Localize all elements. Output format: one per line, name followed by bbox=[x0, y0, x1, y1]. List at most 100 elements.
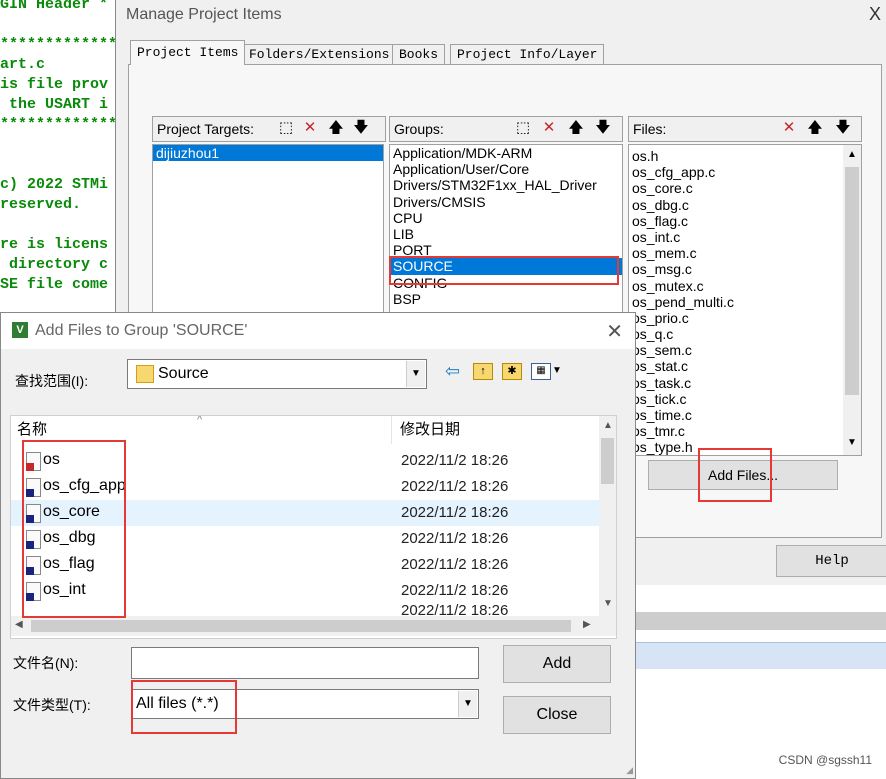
group-down-icon[interactable]: 🡇 bbox=[593, 119, 613, 137]
view-dropdown-icon[interactable]: ▼ bbox=[552, 365, 562, 376]
tab-folders-extensions[interactable]: Folders/Extensions bbox=[242, 44, 397, 65]
file-down-icon[interactable]: 🡇 bbox=[833, 119, 853, 137]
filetype-label: 文件类型(T): bbox=[13, 697, 91, 713]
view-menu-icon[interactable]: ▦ bbox=[531, 363, 551, 380]
sort-indicator-icon: ^ bbox=[197, 415, 203, 426]
scroll-thumb[interactable] bbox=[601, 438, 614, 484]
background-panel-strip bbox=[634, 642, 886, 669]
list-vscrollbar[interactable]: ▲ ▼ bbox=[599, 416, 616, 616]
resize-grip-icon[interactable]: ◢ bbox=[626, 765, 633, 776]
group-item[interactable]: LIB bbox=[390, 226, 622, 242]
tab-books[interactable]: Books bbox=[392, 44, 446, 65]
file-item[interactable]: os_dbg.c bbox=[629, 197, 839, 213]
highlight-file-type bbox=[131, 680, 237, 734]
chevron-down-icon[interactable]: ▼ bbox=[603, 598, 613, 609]
file-item[interactable]: os_int.c bbox=[629, 229, 839, 245]
file-item[interactable]: os_time.c bbox=[629, 407, 839, 423]
target-item[interactable]: dijiuzhou1 bbox=[153, 145, 383, 162]
tab-project-items[interactable]: Project Items bbox=[130, 40, 246, 65]
file-date: 2022/11/2 18:26 bbox=[401, 504, 509, 521]
delete-icon[interactable]: ✕ bbox=[300, 119, 320, 137]
file-item[interactable]: os_task.c bbox=[629, 375, 839, 391]
file-item[interactable]: os.h bbox=[629, 148, 839, 164]
list-hscrollbar[interactable]: ◀ ▶ bbox=[11, 616, 616, 636]
code-line: SE file come bbox=[0, 276, 109, 293]
folder-icon bbox=[136, 365, 154, 383]
groups-list[interactable]: Application/MDK-ARM Application/User/Core… bbox=[389, 144, 623, 316]
files-list[interactable]: os.h os_cfg_app.c os_core.c os_dbg.c os_flag… bbox=[628, 144, 862, 456]
new-group-icon[interactable]: ⬚ bbox=[513, 119, 533, 137]
new-folder-icon[interactable]: ✱ bbox=[502, 363, 522, 380]
file-item[interactable]: os_msg.c bbox=[629, 261, 839, 277]
file-item[interactable]: os_core.c bbox=[629, 180, 839, 196]
file-item[interactable]: os_sem.c bbox=[629, 342, 839, 358]
help-button[interactable]: Help bbox=[776, 545, 886, 577]
targets-list[interactable]: dijiuzhou1 bbox=[152, 144, 384, 316]
group-item[interactable]: Drivers/CMSIS bbox=[390, 194, 622, 210]
code-line: the USART i bbox=[0, 96, 109, 113]
back-icon[interactable]: ⇦ bbox=[445, 361, 460, 382]
code-editor-background: GIN Header * ************* art.c is file pr… bbox=[0, 0, 120, 320]
up-folder-icon[interactable]: ↑ bbox=[473, 363, 493, 380]
code-line: ************* bbox=[0, 36, 118, 53]
dialog-title: Manage Project Items bbox=[126, 6, 282, 23]
file-up-icon[interactable]: 🡅 bbox=[805, 119, 825, 137]
code-line: ************* bbox=[0, 116, 118, 133]
chevron-up-icon[interactable]: ▲ bbox=[847, 149, 857, 160]
dropdown-arrow-icon[interactable]: ▼ bbox=[406, 361, 425, 387]
add-button[interactable]: Add bbox=[503, 645, 611, 683]
file-item[interactable]: os_mutex.c bbox=[629, 278, 839, 294]
file-item[interactable]: os_tmr.c bbox=[629, 423, 839, 439]
move-down-icon[interactable]: 🡇 bbox=[351, 119, 371, 137]
file-item[interactable]: os_q.c bbox=[629, 326, 839, 342]
group-item[interactable]: CPU bbox=[390, 210, 622, 226]
close-icon[interactable]: X bbox=[869, 4, 881, 25]
code-line: GIN Header * bbox=[0, 0, 109, 13]
highlight-add-files-button bbox=[698, 448, 772, 502]
groups-label: Groups: bbox=[394, 121, 444, 137]
move-up-icon[interactable]: 🡅 bbox=[326, 119, 346, 137]
group-item[interactable]: BSP bbox=[390, 291, 622, 307]
file-date: 2022/11/2 18:26 bbox=[401, 452, 509, 469]
files-header: Files: ✕ 🡅 🡇 bbox=[628, 116, 862, 142]
close-button[interactable]: Close bbox=[503, 696, 611, 734]
column-divider bbox=[391, 416, 392, 444]
group-item[interactable]: Application/MDK-ARM bbox=[390, 145, 622, 161]
filename-field[interactable] bbox=[131, 647, 479, 679]
targets-header: Project Targets: ⬚ ✕ 🡅 🡇 bbox=[152, 116, 386, 142]
hscroll-thumb[interactable] bbox=[31, 620, 571, 632]
code-line: is file prov bbox=[0, 76, 109, 93]
tab-project-info-layer[interactable]: Project Info/Layer bbox=[450, 44, 605, 65]
files-label: Files: bbox=[633, 121, 667, 137]
column-date[interactable]: 修改日期 bbox=[394, 416, 460, 444]
groups-header: Groups: ⬚ ✕ 🡅 🡇 bbox=[389, 116, 623, 142]
targets-label: Project Targets: bbox=[157, 121, 255, 137]
chevron-left-icon[interactable]: ◀ bbox=[15, 619, 23, 630]
file-item[interactable]: os_flag.c bbox=[629, 213, 839, 229]
file-item[interactable]: os_cfg_app.c bbox=[629, 164, 839, 180]
file-item[interactable]: os_tick.c bbox=[629, 391, 839, 407]
code-line: directory c bbox=[0, 256, 109, 273]
look-in-combo[interactable]: Source ▼ bbox=[127, 359, 427, 389]
new-icon[interactable]: ⬚ bbox=[276, 119, 296, 137]
file-item[interactable]: os_stat.c bbox=[629, 358, 839, 374]
file-date: 2022/11/2 18:26 bbox=[401, 530, 509, 547]
code-line: re is licens bbox=[0, 236, 109, 253]
highlight-source-group bbox=[389, 256, 619, 285]
file-item[interactable]: os_pend_multi.c bbox=[629, 294, 839, 310]
group-up-icon[interactable]: 🡅 bbox=[566, 119, 586, 137]
chevron-down-icon[interactable]: ▼ bbox=[847, 437, 857, 448]
chevron-up-icon[interactable]: ▲ bbox=[603, 420, 613, 431]
file-item[interactable]: os_mem.c bbox=[629, 245, 839, 261]
delete-group-icon[interactable]: ✕ bbox=[539, 119, 559, 137]
file-date: 2022/11/2 18:26 bbox=[401, 582, 509, 599]
file-item[interactable]: os_prio.c bbox=[629, 310, 839, 326]
chevron-right-icon[interactable]: ▶ bbox=[583, 619, 591, 630]
scroll-thumb[interactable] bbox=[845, 167, 859, 395]
dropdown-arrow-icon[interactable]: ▼ bbox=[458, 691, 477, 717]
close-icon[interactable]: ✕ bbox=[606, 319, 623, 344]
group-item[interactable]: Application/User/Core bbox=[390, 161, 622, 177]
remove-file-icon[interactable]: ✕ bbox=[779, 119, 799, 137]
group-item[interactable]: Drivers/STM32F1xx_HAL_Driver bbox=[390, 177, 622, 193]
files-scrollbar[interactable]: ▲ ▼ bbox=[843, 145, 861, 455]
